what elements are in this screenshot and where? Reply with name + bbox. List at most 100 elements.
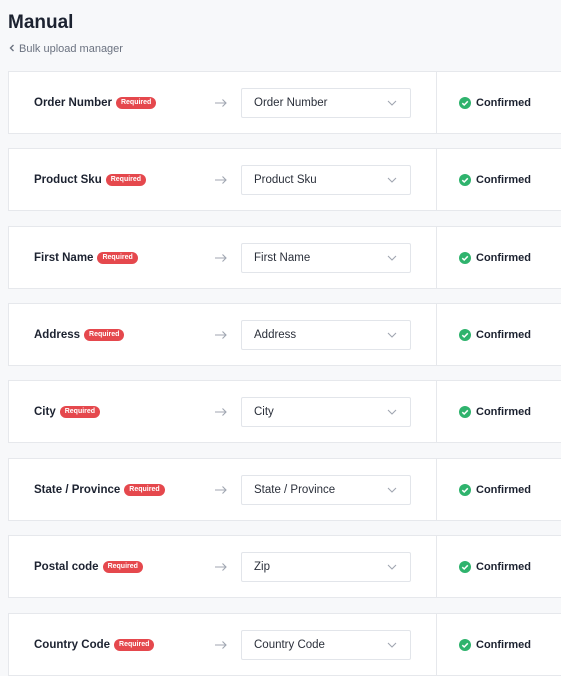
chevron-down-icon bbox=[387, 177, 397, 183]
status: Confirmed bbox=[459, 149, 531, 210]
chevron-down-icon bbox=[387, 409, 397, 415]
field-name: Product Sku bbox=[34, 173, 102, 186]
status: Confirmed bbox=[459, 72, 531, 133]
mapping-row: State / Province Required State / Provin… bbox=[8, 458, 561, 521]
field-name: City bbox=[34, 405, 56, 418]
arrow-right-icon bbox=[214, 614, 228, 675]
select-value: Order Number bbox=[254, 97, 328, 109]
chevron-down-icon bbox=[387, 564, 397, 570]
field-name: Postal code bbox=[34, 560, 99, 573]
select-value: Address bbox=[254, 329, 297, 341]
check-circle-icon bbox=[459, 251, 471, 264]
status-label: Confirmed bbox=[476, 638, 531, 651]
back-link[interactable]: Bulk upload manager bbox=[8, 43, 123, 55]
field-name: Order Number bbox=[34, 96, 112, 109]
status: Confirmed bbox=[459, 304, 531, 365]
required-badge: Required bbox=[115, 96, 157, 109]
status-label: Confirmed bbox=[476, 328, 531, 341]
check-circle-icon bbox=[459, 483, 471, 496]
required-badge: Required bbox=[124, 483, 165, 496]
column-divider bbox=[436, 303, 437, 366]
select-value: First Name bbox=[254, 252, 311, 264]
status: Confirmed bbox=[459, 536, 531, 597]
required-badge: Required bbox=[84, 328, 125, 341]
required-badge: Required bbox=[59, 405, 101, 418]
field-name: First Name bbox=[34, 251, 94, 264]
status: Confirmed bbox=[459, 459, 531, 520]
arrow-right-icon bbox=[214, 381, 228, 442]
column-divider bbox=[436, 535, 437, 598]
select-value: Zip bbox=[254, 561, 270, 573]
chevron-down-icon bbox=[387, 642, 397, 648]
column-divider bbox=[436, 613, 437, 676]
mapping-row: First Name Required First Name Confirmed bbox=[8, 226, 561, 289]
status-label: Confirmed bbox=[476, 560, 531, 573]
column-select[interactable]: Address bbox=[241, 320, 411, 350]
status: Confirmed bbox=[459, 381, 531, 442]
required-badge: Required bbox=[97, 251, 138, 264]
chevron-left-icon bbox=[8, 43, 16, 55]
page-title: Manual bbox=[8, 12, 74, 33]
column-select[interactable]: Country Code bbox=[241, 630, 411, 660]
mapping-row: Address Required Address Confirmed bbox=[8, 303, 561, 366]
status-label: Confirmed bbox=[476, 405, 531, 418]
field-label: Country Code Required bbox=[34, 614, 155, 675]
check-circle-icon bbox=[459, 638, 471, 651]
status-label: Confirmed bbox=[476, 251, 531, 264]
select-value: Country Code bbox=[254, 639, 325, 651]
status: Confirmed bbox=[459, 227, 531, 288]
select-value: Product Sku bbox=[254, 174, 317, 186]
field-label: Product Sku Required bbox=[34, 149, 147, 210]
check-circle-icon bbox=[459, 96, 471, 109]
column-divider bbox=[436, 380, 437, 443]
field-name: Country Code bbox=[34, 638, 111, 651]
arrow-right-icon bbox=[214, 536, 228, 597]
arrow-right-icon bbox=[214, 149, 228, 210]
column-divider bbox=[436, 458, 437, 521]
chevron-down-icon bbox=[387, 487, 397, 493]
column-divider bbox=[436, 148, 437, 211]
check-circle-icon bbox=[459, 173, 471, 186]
column-select[interactable]: City bbox=[241, 397, 411, 427]
chevron-down-icon bbox=[387, 332, 397, 338]
field-label: Postal code Required bbox=[34, 536, 143, 597]
arrow-right-icon bbox=[214, 304, 228, 365]
required-badge: Required bbox=[105, 173, 147, 186]
field-label: Address Required bbox=[34, 304, 125, 365]
status: Confirmed bbox=[459, 614, 531, 675]
check-circle-icon bbox=[459, 560, 471, 573]
mapping-row: City Required City Confirmed bbox=[8, 380, 561, 443]
required-badge: Required bbox=[102, 560, 143, 573]
field-name: State / Province bbox=[34, 483, 121, 496]
field-label: State / Province Required bbox=[34, 459, 165, 520]
field-label: City Required bbox=[34, 381, 101, 442]
check-circle-icon bbox=[459, 405, 471, 418]
field-name: Address bbox=[34, 328, 81, 341]
column-select[interactable]: State / Province bbox=[241, 475, 411, 505]
select-value: State / Province bbox=[254, 484, 336, 496]
mapping-row: Postal code Required Zip Confirmed bbox=[8, 535, 561, 598]
column-divider bbox=[436, 71, 437, 134]
mapping-row: Product Sku Required Product Sku Confirm… bbox=[8, 148, 561, 211]
field-label: First Name Required bbox=[34, 227, 138, 288]
chevron-down-icon bbox=[387, 255, 397, 261]
mapping-row: Order Number Required Order Number Confi… bbox=[8, 71, 561, 134]
status-label: Confirmed bbox=[476, 173, 531, 186]
status-label: Confirmed bbox=[476, 483, 531, 496]
arrow-right-icon bbox=[214, 72, 228, 133]
column-select[interactable]: First Name bbox=[241, 243, 411, 273]
back-link-label: Bulk upload manager bbox=[19, 43, 123, 55]
column-select[interactable]: Order Number bbox=[241, 88, 411, 118]
arrow-right-icon bbox=[214, 227, 228, 288]
arrow-right-icon bbox=[214, 459, 228, 520]
mapping-row: Country Code Required Country Code Confi… bbox=[8, 613, 561, 676]
field-label: Order Number Required bbox=[34, 72, 157, 133]
select-value: City bbox=[254, 406, 274, 418]
status-label: Confirmed bbox=[476, 96, 531, 109]
chevron-down-icon bbox=[387, 100, 397, 106]
column-select[interactable]: Zip bbox=[241, 552, 411, 582]
column-divider bbox=[436, 226, 437, 289]
check-circle-icon bbox=[459, 328, 471, 341]
required-badge: Required bbox=[114, 638, 155, 651]
column-select[interactable]: Product Sku bbox=[241, 165, 411, 195]
